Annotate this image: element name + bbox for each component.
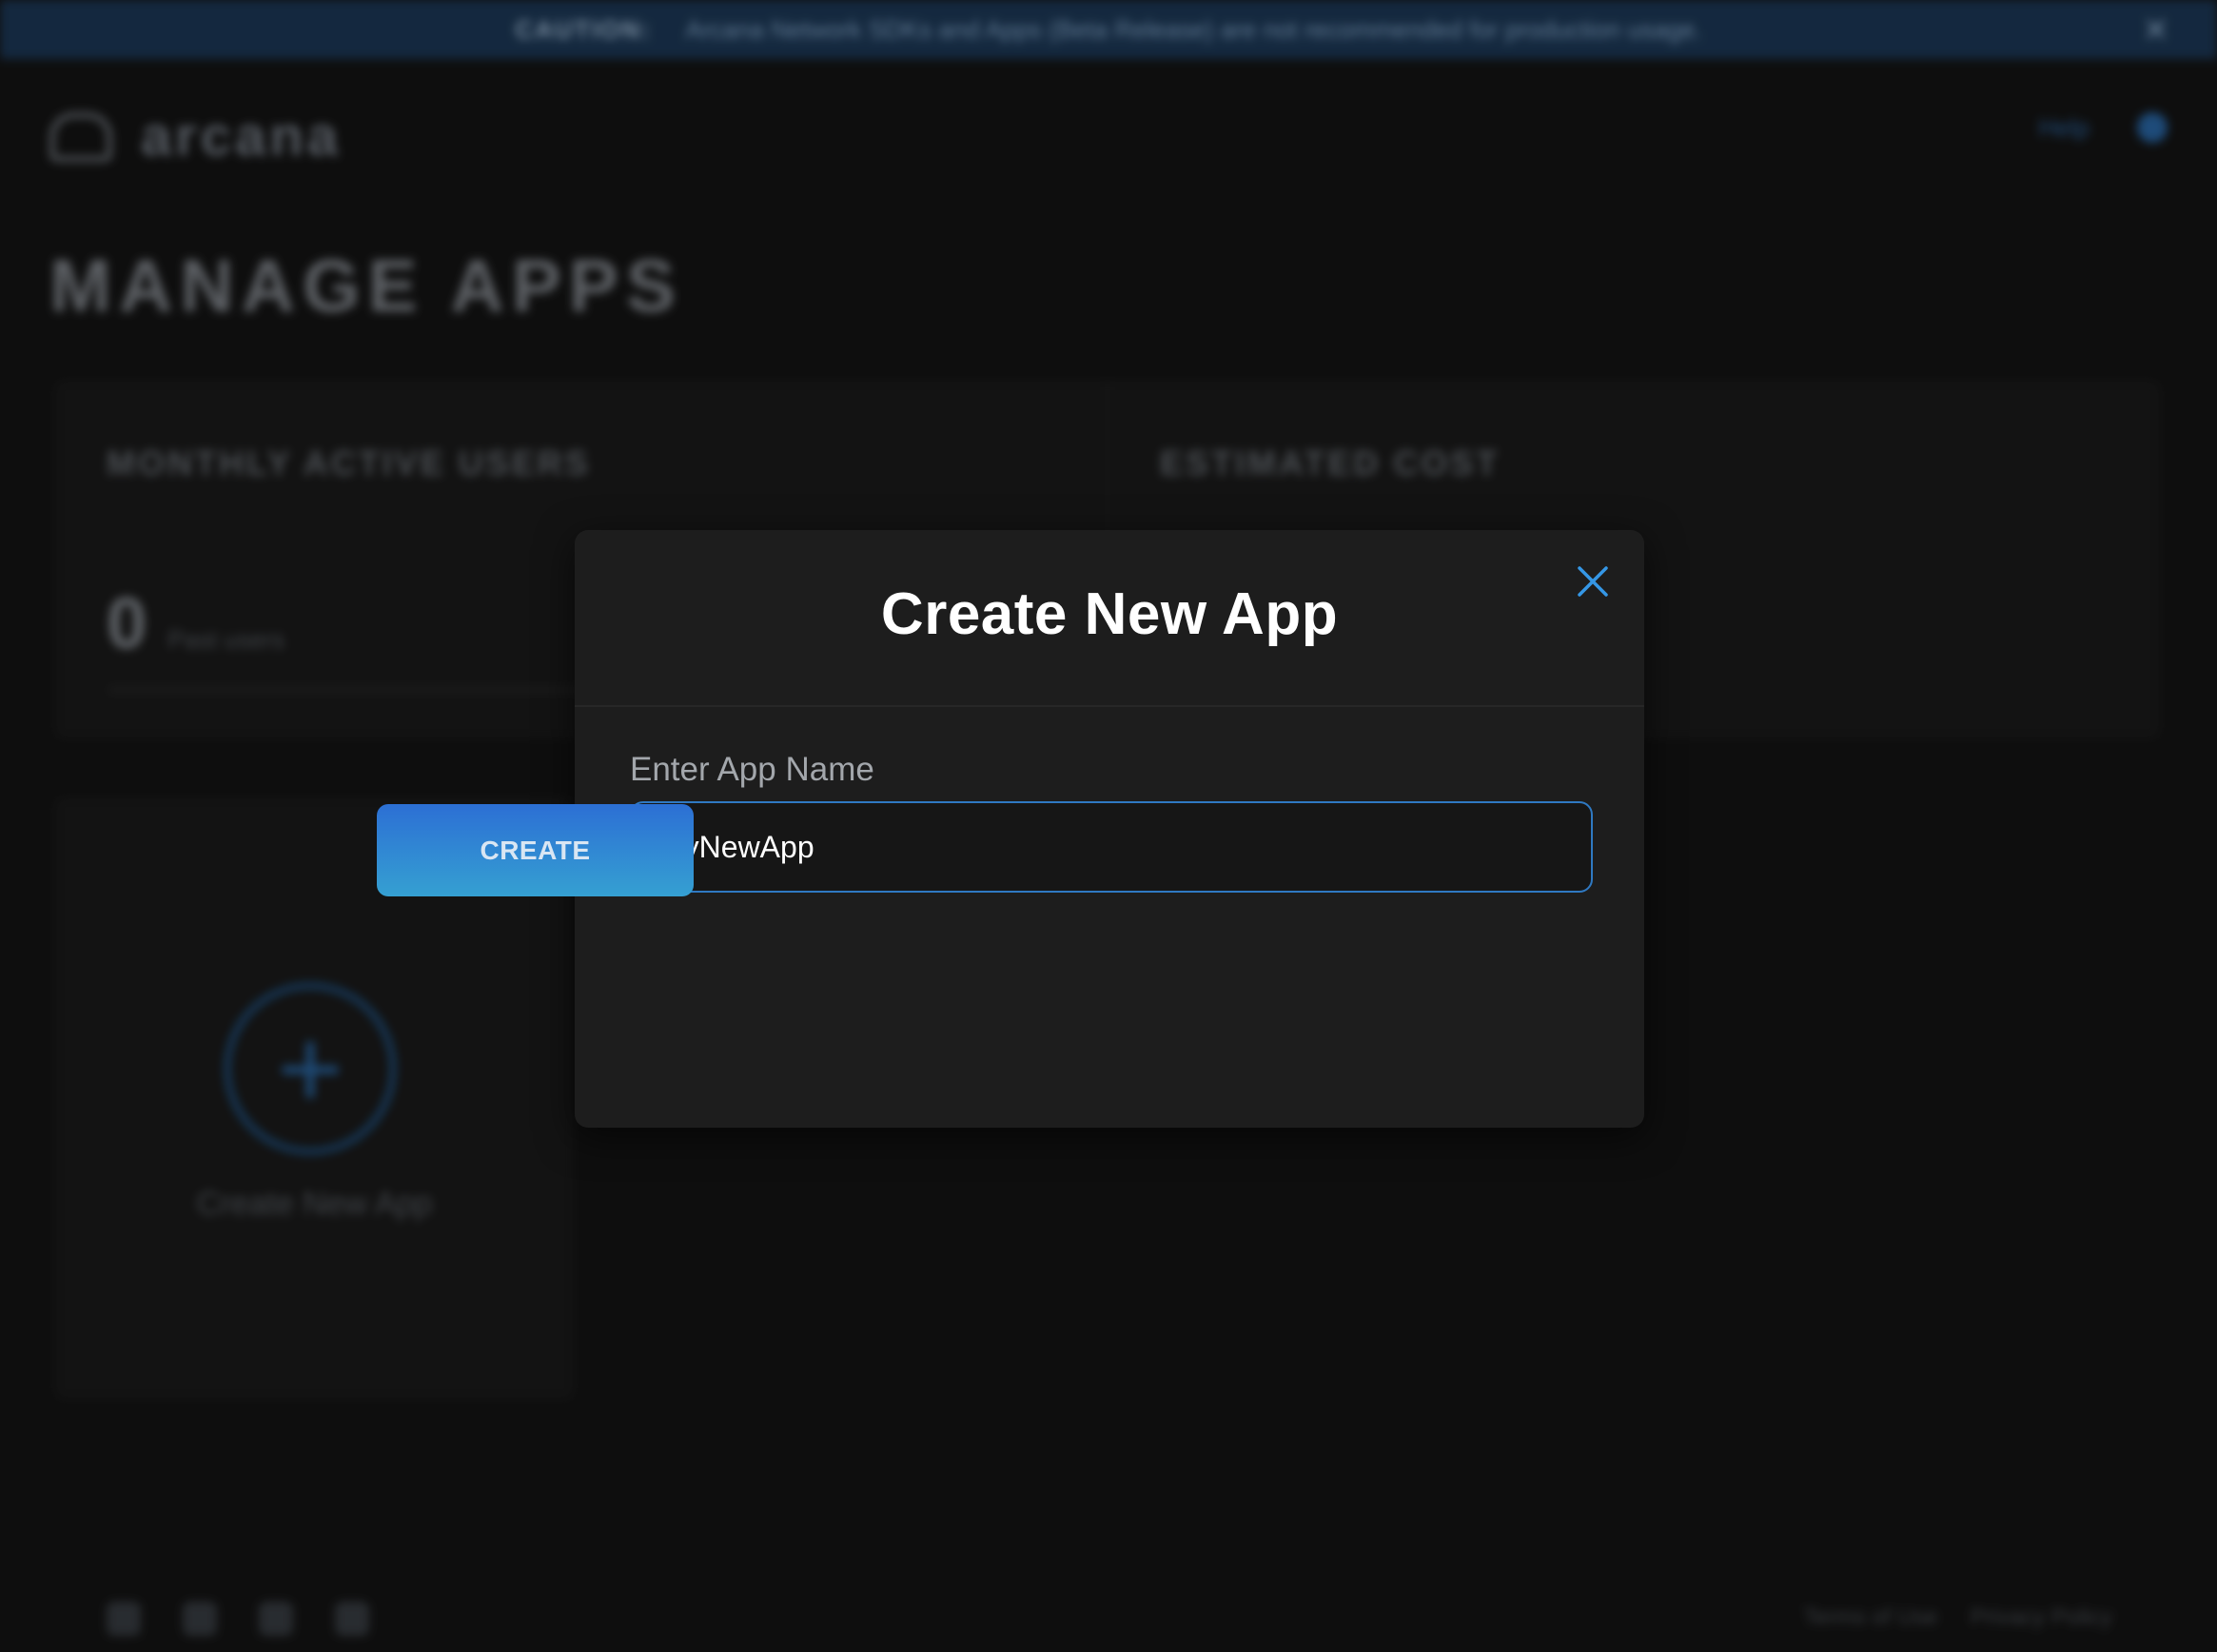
app-name-input[interactable] (630, 801, 1593, 893)
modal-header: Create New App (575, 530, 1644, 707)
create-app-modal: Create New App Enter App Name (575, 530, 1644, 1128)
modal-title: Create New App (880, 580, 1339, 647)
close-icon-svg (1578, 566, 1608, 597)
app-root: CAUTION: Arcana Network SDKs and Apps (B… (0, 0, 2217, 1652)
create-button[interactable]: CREATE (377, 804, 694, 896)
app-name-label: Enter App Name (630, 751, 874, 788)
close-icon[interactable] (1574, 562, 1612, 600)
